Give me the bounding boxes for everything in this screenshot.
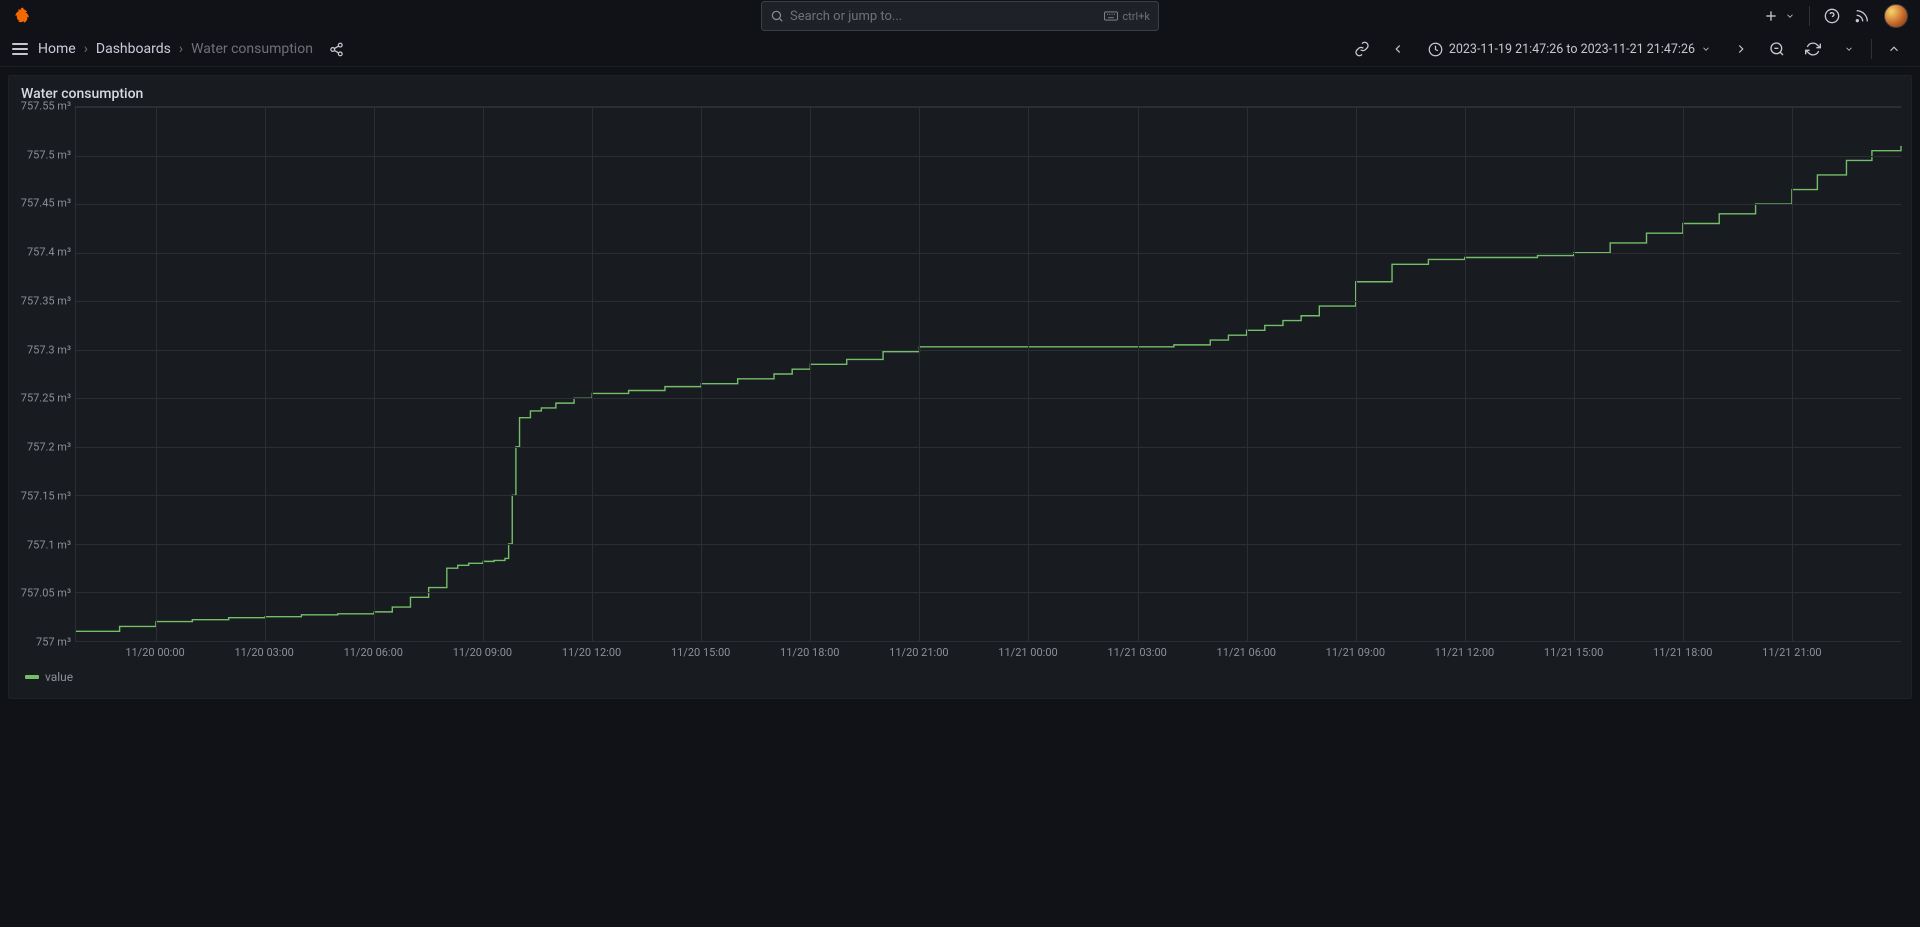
x-tick-label: 11/21 18:00 (1653, 646, 1712, 659)
y-tick-label: 757.15 m³ (21, 489, 71, 502)
y-tick-label: 757.1 m³ (27, 538, 71, 551)
time-range-back-icon[interactable] (1384, 35, 1412, 63)
keyboard-icon (1104, 11, 1118, 21)
link-icon[interactable] (1348, 35, 1376, 63)
legend-swatch (25, 675, 39, 679)
x-tick-label: 11/20 00:00 (125, 646, 184, 659)
chevron-down-icon (1701, 44, 1711, 54)
x-tick-label: 11/20 21:00 (889, 646, 948, 659)
chart-area[interactable]: 757 m³757.05 m³757.1 m³757.15 m³757.2 m³… (19, 106, 1901, 642)
chevron-right-icon: › (179, 41, 183, 57)
breadcrumb-home[interactable]: Home (38, 41, 76, 57)
menu-toggle-icon[interactable] (12, 43, 28, 55)
y-tick-label: 757.5 m³ (27, 148, 71, 161)
x-tick-label: 11/21 00:00 (998, 646, 1057, 659)
legend-series-label: value (45, 670, 73, 684)
time-range-forward-icon[interactable] (1727, 35, 1755, 63)
x-tick-label: 11/20 12:00 (562, 646, 621, 659)
y-tick-label: 757.35 m³ (21, 294, 71, 307)
y-tick-label: 757.55 m³ (21, 100, 71, 113)
refresh-icon[interactable] (1799, 35, 1827, 63)
share-icon[interactable] (329, 42, 344, 57)
x-axis: 11/20 00:00 11/20 03:00 11/20 06:00 11/20 0… (75, 642, 1901, 666)
x-tick-label: 11/20 15:00 (671, 646, 730, 659)
y-tick-label: 757.05 m³ (21, 587, 71, 600)
topbar: Search or jump to... ctrl+k (0, 0, 1920, 32)
time-range-picker[interactable]: 2023-11-19 21:47:26 to 2023-11-21 21:47:… (1420, 35, 1719, 63)
x-tick-label: 11/21 21:00 (1762, 646, 1821, 659)
add-icon[interactable] (1763, 8, 1779, 24)
search-icon (770, 9, 784, 23)
toolbar-right: 2023-11-19 21:47:26 to 2023-11-21 21:47:… (1348, 35, 1908, 63)
separator (1871, 39, 1872, 59)
y-axis: 757 m³757.05 m³757.1 m³757.15 m³757.2 m³… (19, 106, 75, 642)
y-tick-label: 757.3 m³ (27, 343, 71, 356)
top-right-actions (1763, 4, 1908, 28)
panel-water-consumption: Water consumption 757 m³ 757.05 m³ 757.1 m… (8, 75, 1912, 699)
x-tick-label: 11/21 12:00 (1435, 646, 1494, 659)
x-tick-label: 11/20 06:00 (344, 646, 403, 659)
x-tick-label: 11/20 18:00 (780, 646, 839, 659)
y-tick-label: 757 m³ (36, 636, 71, 649)
x-tick-label: 11/20 03:00 (234, 646, 293, 659)
breadcrumb: Home › Dashboards › Water consumption (38, 41, 313, 57)
refresh-interval-icon[interactable] (1835, 35, 1863, 63)
legend[interactable]: value (25, 670, 1901, 684)
global-search[interactable]: Search or jump to... ctrl+k (761, 1, 1159, 31)
x-tick-label: 11/21 03:00 (1107, 646, 1166, 659)
y-tick-label: 757.2 m³ (27, 441, 71, 454)
collapse-icon[interactable] (1880, 35, 1908, 63)
x-tick-label: 11/21 09:00 (1326, 646, 1385, 659)
clock-icon (1428, 42, 1443, 57)
time-range-label: 2023-11-19 21:47:26 to 2023-11-21 21:47:… (1449, 42, 1695, 57)
panel-title[interactable]: Water consumption (21, 86, 1901, 102)
zoom-out-icon[interactable] (1763, 35, 1791, 63)
x-tick-label: 11/20 09:00 (453, 646, 512, 659)
chevron-down-icon[interactable] (1785, 11, 1795, 21)
user-avatar[interactable] (1884, 4, 1908, 28)
y-tick-label: 757.45 m³ (21, 197, 71, 210)
search-shortcut: ctrl+k (1104, 10, 1150, 23)
chevron-right-icon: › (84, 41, 88, 57)
y-tick-label: 757.4 m³ (27, 246, 71, 259)
separator (1809, 6, 1810, 26)
search-placeholder: Search or jump to... (790, 9, 1104, 24)
x-tick-label: 11/21 15:00 (1544, 646, 1603, 659)
plot-area[interactable] (75, 106, 1901, 642)
help-icon[interactable] (1824, 8, 1840, 24)
rss-icon[interactable] (1854, 8, 1870, 24)
x-tick-label: 11/21 06:00 (1217, 646, 1276, 659)
breadcrumb-current: Water consumption (191, 41, 313, 57)
y-tick-label: 757.25 m³ (21, 392, 71, 405)
grafana-logo-icon[interactable] (12, 5, 34, 27)
breadcrumb-dashboards[interactable]: Dashboards (96, 41, 171, 57)
breadcrumb-bar: Home › Dashboards › Water consumption 20… (0, 32, 1920, 67)
